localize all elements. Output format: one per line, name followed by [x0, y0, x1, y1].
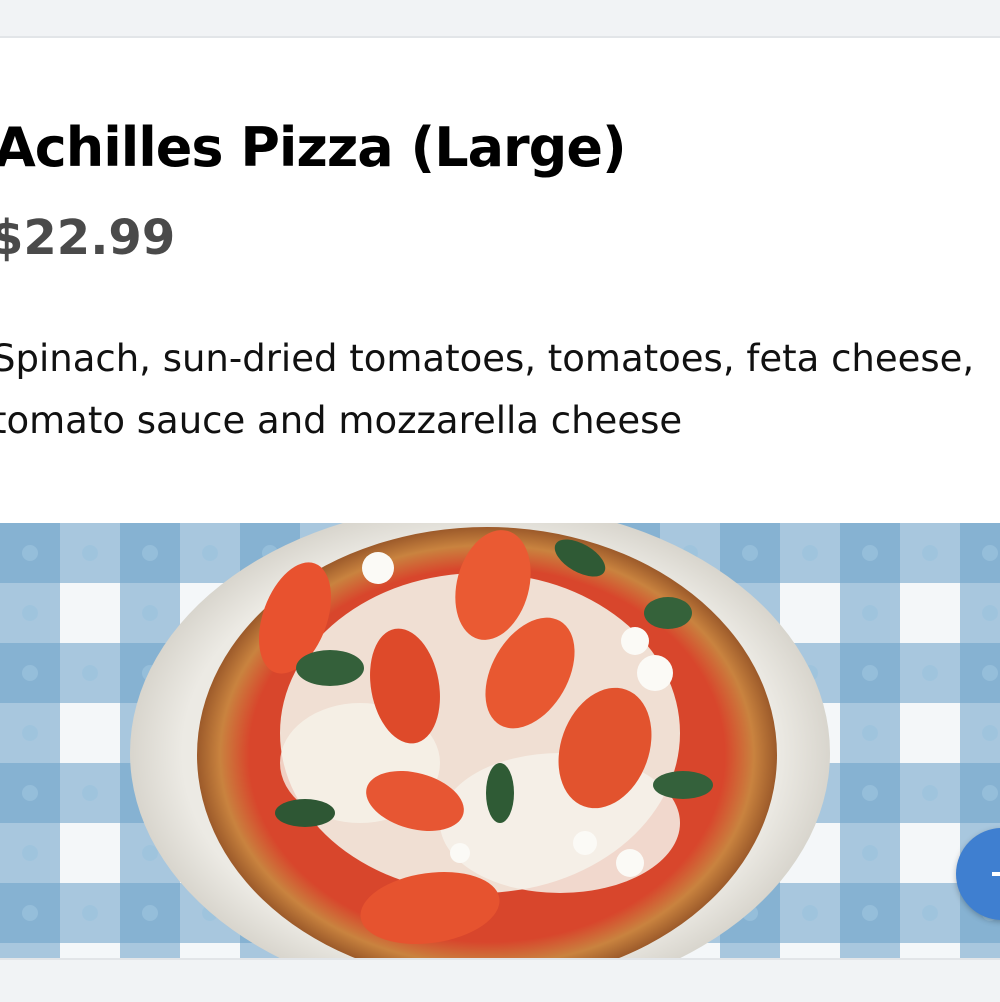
pizza-photo [0, 523, 1000, 958]
bottom-bar [0, 958, 1000, 1002]
item-price: $22.99 [0, 210, 176, 266]
top-bar [0, 0, 1000, 38]
item-description: Spinach, sun-dried tomatoes, tomatoes, f… [0, 337, 975, 442]
item-title: Achilles Pizza (Large) [0, 116, 627, 179]
plus-icon [992, 872, 1000, 876]
menu-item-card: Achilles Pizza (Large) $22.99 Spinach, s… [0, 38, 1000, 958]
